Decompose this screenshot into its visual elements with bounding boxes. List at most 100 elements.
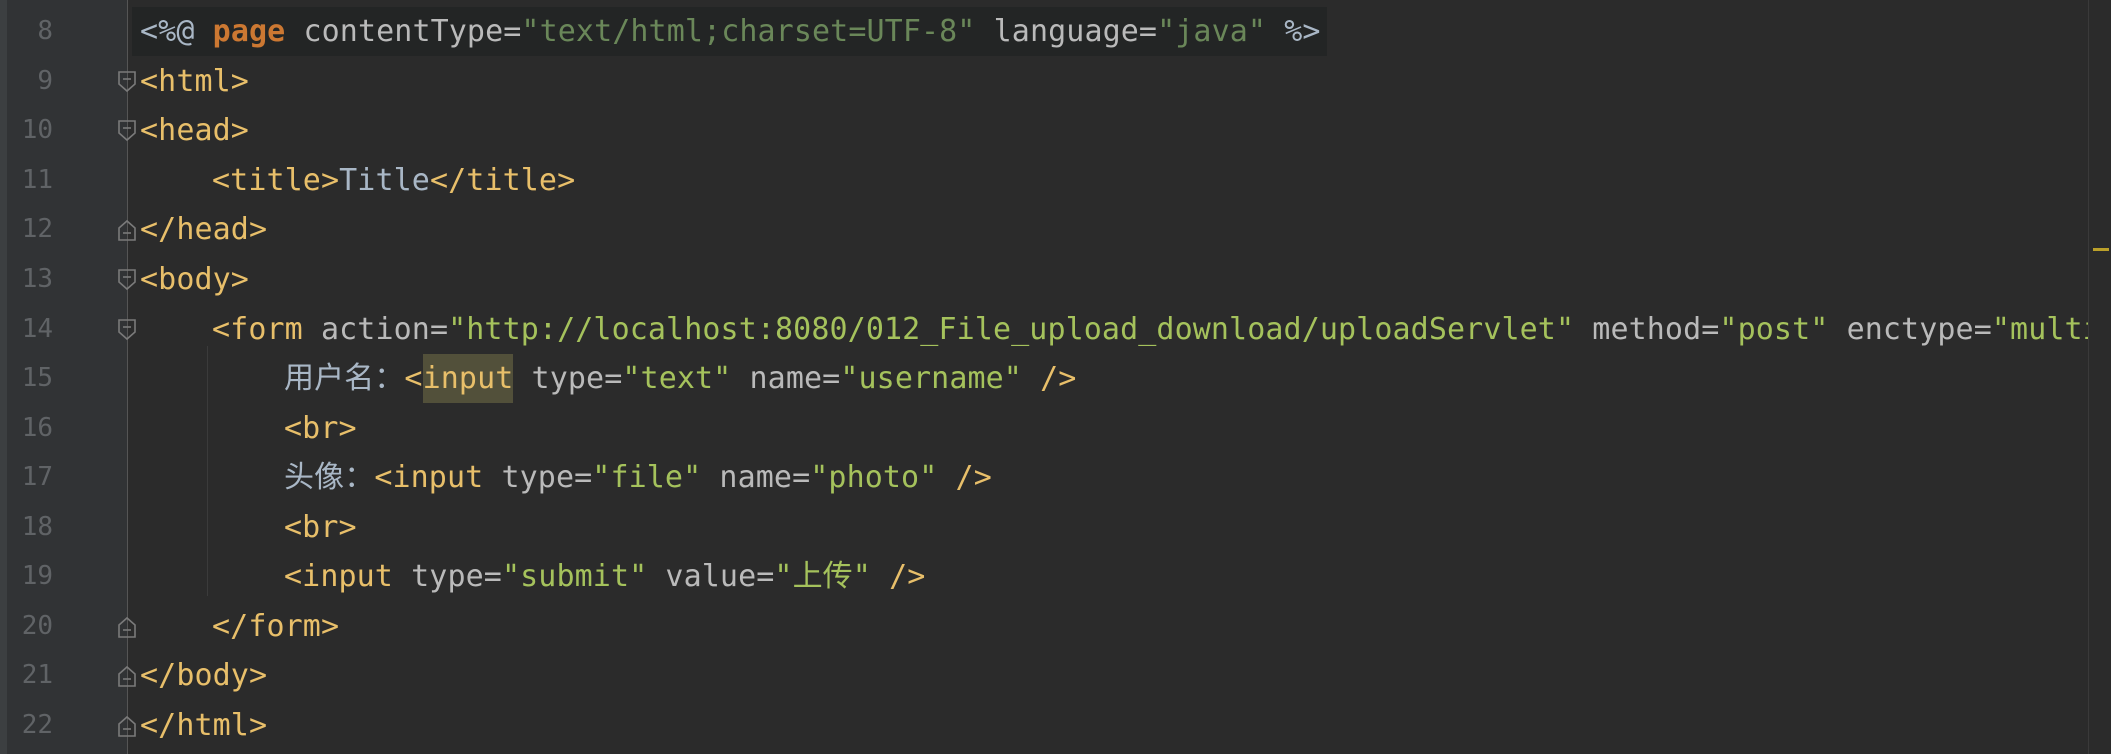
code-text[interactable]: <form action="http://localhost:8080/012_… — [212, 305, 2111, 354]
html-tag: <html> — [140, 64, 249, 99]
attribute-name: value= — [647, 559, 775, 594]
line-number: 22 — [21, 710, 53, 740]
attribute-value: "text/html;charset=UTF-8" — [521, 14, 976, 49]
code-line[interactable]: 16 <br> — [7, 404, 2089, 453]
html-tag: </body> — [140, 658, 268, 693]
code-text[interactable]: <html> — [140, 57, 249, 106]
code-editor[interactable]: 8 <%@ page contentType="text/html;charse… — [0, 0, 2111, 754]
code-text[interactable]: <%@ page contentType="text/html;charset=… — [132, 7, 1327, 56]
html-tag: </html> — [140, 708, 268, 743]
code-text[interactable]: <br> — [284, 503, 357, 552]
line-number: 12 — [21, 214, 53, 244]
attribute-name: type= — [483, 460, 593, 495]
plain-text: 头像： — [284, 460, 375, 495]
line-number: 9 — [37, 66, 53, 96]
code-line[interactable]: 21 </body> — [7, 651, 2089, 700]
fold-end-icon[interactable] — [117, 664, 137, 688]
fold-collapse-icon[interactable] — [117, 268, 137, 292]
html-tag: </head> — [140, 212, 268, 247]
html-tag: <br> — [284, 510, 357, 545]
html-tag: <body> — [140, 262, 249, 297]
tag-close: /> — [937, 460, 992, 495]
html-tag: <form — [212, 312, 303, 347]
line-number: 21 — [21, 660, 53, 690]
code-line[interactable]: 19 <input type="submit" value="上传" /> — [7, 552, 2089, 601]
code-line[interactable]: 20 </form> — [7, 602, 2089, 651]
attribute-name: enctype= — [1828, 312, 1992, 347]
line-number: 15 — [21, 363, 53, 393]
directive-open: <%@ — [140, 14, 213, 49]
code-text[interactable]: </form> — [212, 602, 339, 651]
attribute-value: "text" — [622, 361, 732, 396]
line-number: 11 — [21, 165, 53, 195]
code-text[interactable]: 头像：<input type="file" name="photo" /> — [284, 453, 992, 502]
attribute-name: type= — [392, 559, 502, 594]
fold-collapse-icon[interactable] — [117, 119, 137, 143]
line-number: 17 — [21, 462, 53, 492]
attribute-name: method= — [1574, 312, 1720, 347]
code-line[interactable]: 17 头像：<input type="file" name="photo" /> — [7, 453, 2089, 502]
code-text[interactable]: <head> — [140, 106, 249, 155]
code-text[interactable]: <body> — [140, 255, 249, 304]
code-line[interactable]: 13 <body> — [7, 255, 2089, 304]
code-line[interactable]: 12 </head> — [7, 205, 2089, 254]
code-text[interactable]: <title>Title</title> — [212, 156, 575, 205]
attribute-name: name= — [701, 460, 811, 495]
html-tag: <br> — [284, 411, 357, 446]
warning-marker[interactable] — [2093, 248, 2109, 251]
line-number: 16 — [21, 413, 53, 443]
attribute-value: "photo" — [810, 460, 938, 495]
attribute-value: "http://localhost:8080/012_File_upload_d… — [448, 312, 1575, 347]
code-text[interactable]: <br> — [284, 404, 357, 453]
attribute-value: "上传" — [774, 559, 871, 594]
attribute-value: "post" — [1719, 312, 1829, 347]
attribute-name: action= — [302, 312, 449, 347]
attribute-value: "submit" — [501, 559, 648, 594]
code-line[interactable]: 11 <title>Title</title> — [7, 156, 2089, 205]
line-number: 20 — [21, 611, 53, 641]
directive-close: %> — [1266, 14, 1321, 49]
code-text[interactable]: </body> — [140, 651, 267, 700]
code-line[interactable]: 10 <head> — [7, 106, 2089, 155]
line-number: 13 — [21, 264, 53, 294]
attribute-name: type= — [513, 361, 623, 396]
fold-end-icon[interactable] — [117, 615, 137, 639]
fold-end-icon[interactable] — [117, 218, 137, 242]
highlighted-tag-name: input — [422, 354, 514, 403]
code-text[interactable]: </html> — [140, 701, 267, 750]
code-line[interactable]: 15 用户名：<input type="text" name="username… — [7, 354, 2089, 403]
tag-close: /> — [1021, 361, 1077, 396]
html-tag: <title> — [212, 163, 340, 198]
line-number: 19 — [21, 561, 53, 591]
code-text[interactable]: <input type="submit" value="上传" /> — [284, 552, 925, 601]
code-line[interactable]: 9 <html> — [7, 57, 2089, 106]
fold-end-icon[interactable] — [117, 714, 137, 738]
code-text[interactable]: </head> — [140, 205, 267, 254]
line-number: 10 — [21, 115, 53, 145]
fold-collapse-icon[interactable] — [117, 318, 137, 342]
tag-bracket: < — [404, 361, 423, 396]
plain-text: 用户名： — [284, 361, 405, 396]
directive-keyword: page — [212, 14, 286, 49]
html-tag: <head> — [140, 113, 249, 148]
tag-close: /> — [870, 559, 926, 594]
html-tag: </title> — [429, 163, 576, 198]
code-line[interactable]: 14 <form action="http://localhost:8080/0… — [7, 305, 2111, 354]
code-line[interactable]: 8 <%@ page contentType="text/html;charse… — [7, 7, 2089, 56]
html-tag: <input — [284, 559, 393, 594]
fold-collapse-icon[interactable] — [117, 70, 137, 94]
error-stripe[interactable] — [2088, 0, 2111, 754]
html-tag: </form> — [212, 609, 340, 644]
jsp-directive: <%@ page contentType="text/html;charset=… — [132, 7, 1327, 56]
code-text[interactable]: 用户名：<input type="text" name="username" /… — [284, 354, 1076, 403]
code-line[interactable]: 18 <br> — [7, 503, 2089, 552]
code-line[interactable]: 22 </html> — [7, 701, 2089, 750]
tag-content: Title — [339, 163, 430, 198]
attribute-value: "file" — [592, 460, 702, 495]
line-number: 8 — [37, 16, 53, 46]
attribute-value: "java" — [1157, 14, 1267, 49]
attribute-value: "username" — [840, 361, 1022, 396]
html-tag: <input — [374, 460, 484, 495]
attribute-name: language= — [975, 14, 1158, 49]
line-number: 14 — [21, 314, 53, 344]
